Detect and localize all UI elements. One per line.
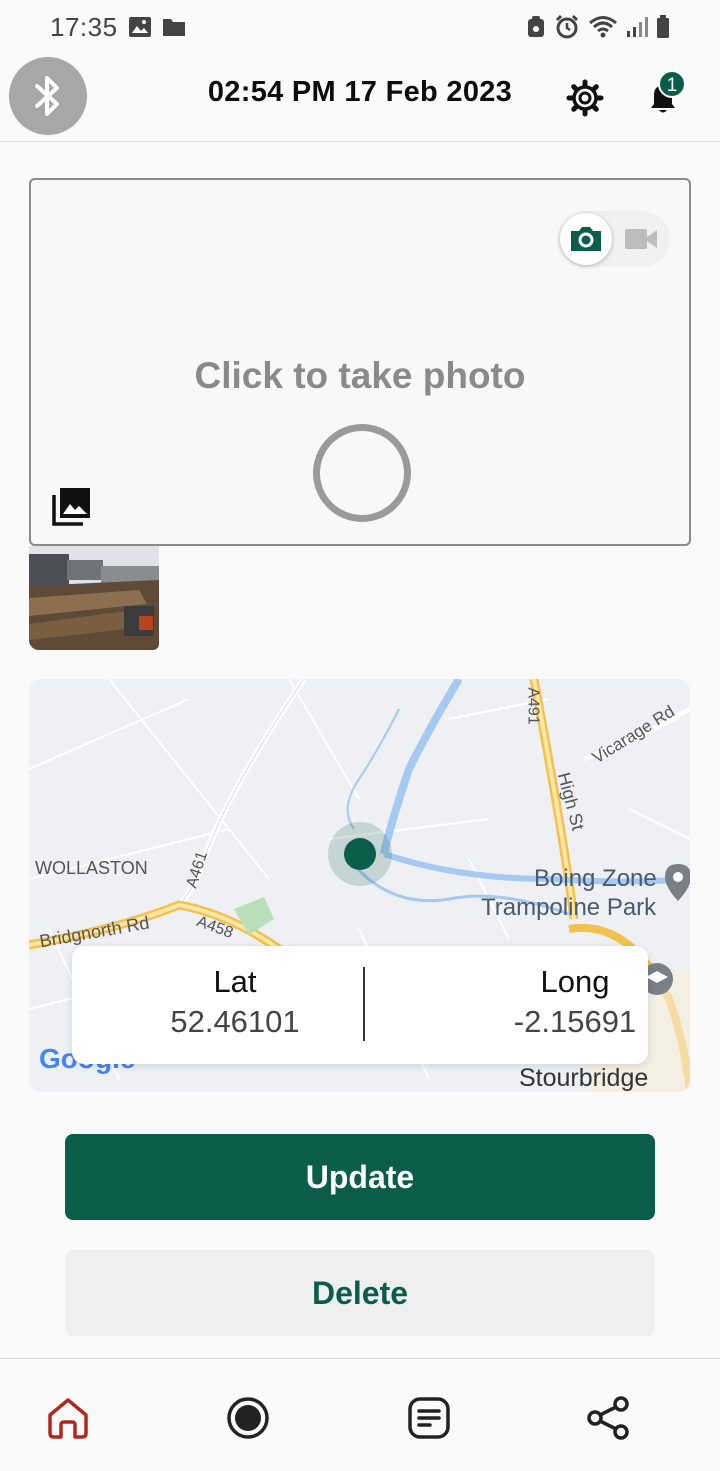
latitude-column: Lat 52.46101 [115,964,355,1040]
bluetooth-button[interactable] [9,57,87,135]
latitude-value: 52.46101 [170,1004,300,1039]
location-marker [344,838,376,870]
video-mode-button[interactable] [618,219,664,259]
coordinates-card: Lat 52.46101 Long -2.15691 [72,946,648,1064]
photo-thumbnail[interactable] [29,546,159,650]
map-label-stourbridge: Stourbridge [519,1064,649,1092]
nav-share[interactable] [584,1394,632,1442]
gear-icon [566,79,604,117]
record-icon [227,1397,269,1439]
bluetooth-icon [35,76,59,116]
photo-mode-button[interactable] [560,213,612,265]
video-icon [625,229,657,249]
settings-button[interactable] [565,78,605,118]
update-button[interactable]: Update [65,1134,655,1220]
status-bar: 17:35 [0,0,720,54]
folder-notification-icon [162,19,185,36]
shutter-button[interactable] [313,424,411,522]
delete-button[interactable]: Delete [65,1250,655,1336]
map-label-poi-line2: Trampoline Park [481,894,657,921]
photo-capture-area[interactable]: Click to take photo [29,178,691,546]
location-map[interactable]: WOLLASTON A461 Bridgnorth Rd A458 A491 H… [29,679,690,1092]
header-datetime: 02:54 PM 17 Feb 2023 [207,76,513,108]
coordinates-divider [363,967,365,1041]
home-icon [48,1398,88,1439]
image-notification-icon [128,17,151,37]
lock-status-icon [528,16,544,37]
map-label-wollaston: WOLLASTON [35,858,148,878]
app-header: 02:54 PM 17 Feb 2023 [0,54,720,142]
camera-icon [571,227,601,251]
longitude-column: Long -2.15691 [455,964,690,1040]
take-photo-prompt: Click to take photo [194,355,526,396]
longitude-label: Long [540,964,610,999]
longitude-value: -2.15691 [513,1004,637,1039]
status-time: 17:35 [50,11,118,42]
nav-notes[interactable] [405,1394,453,1442]
signal-icon [627,17,648,37]
nav-home[interactable] [44,1394,92,1442]
capture-mode-toggle[interactable] [558,211,670,267]
gallery-icon [52,488,90,526]
map-label-a491: A491 [524,687,542,725]
notification-count-badge: 1 [658,70,686,98]
gallery-button[interactable] [51,485,93,527]
battery-icon [657,15,669,38]
share-icon [587,1396,629,1440]
bottom-navigation [0,1358,720,1471]
latitude-label: Lat [213,964,257,999]
notes-icon [408,1397,450,1439]
wifi-icon [589,16,617,38]
alarm-icon [555,14,579,39]
nav-record[interactable] [224,1394,272,1442]
map-label-poi-line1: Boing Zone [534,865,657,892]
